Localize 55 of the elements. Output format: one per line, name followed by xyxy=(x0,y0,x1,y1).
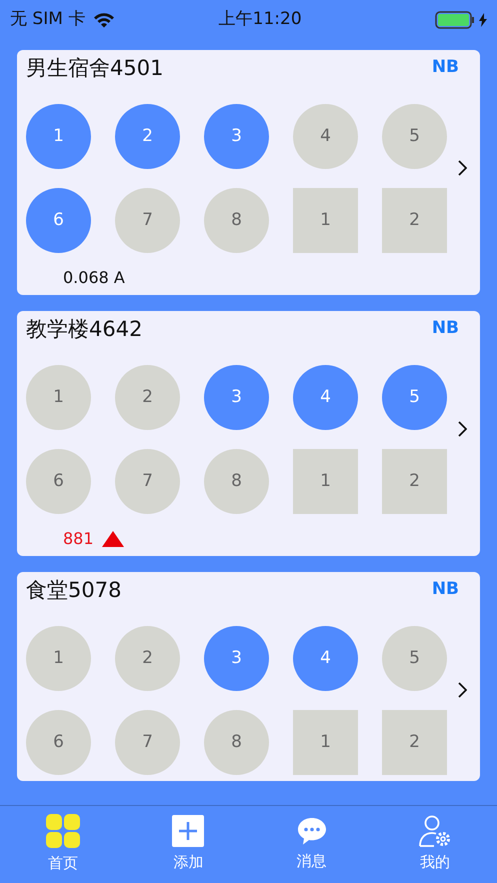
battery-icon xyxy=(435,11,475,29)
switch-button[interactable]: 2 xyxy=(382,449,447,514)
switch-button[interactable]: 1 xyxy=(293,710,358,775)
switch-button[interactable]: 8 xyxy=(204,710,269,775)
switch-button[interactable]: 7 xyxy=(115,710,180,775)
carrier-text: 无 SIM 卡 xyxy=(10,8,86,32)
switch-button[interactable]: 1 xyxy=(293,449,358,514)
switch-button[interactable]: 3 xyxy=(204,365,269,430)
switch-button[interactable]: 7 xyxy=(115,188,180,253)
switch-button[interactable]: 6 xyxy=(26,188,91,253)
tab-bar-item[interactable]: 首页 xyxy=(46,814,80,875)
chevron-right-icon[interactable] xyxy=(457,420,467,436)
switch-button[interactable]: 5 xyxy=(382,626,447,691)
switch-button[interactable]: 1 xyxy=(26,626,91,691)
chevron-right-icon[interactable] xyxy=(457,160,467,176)
switch-button[interactable]: 4 xyxy=(293,104,358,169)
tab-bar-item[interactable]: 我的 xyxy=(418,815,451,874)
switch-button[interactable]: 2 xyxy=(382,710,447,775)
switch-button[interactable]: 8 xyxy=(204,449,269,514)
switch-button[interactable]: 4 xyxy=(293,626,358,691)
network-tag: NB xyxy=(432,577,459,603)
warning-triangle-icon xyxy=(102,531,124,547)
clock-text: 上午11:20 xyxy=(218,8,302,32)
switch-button[interactable]: 6 xyxy=(26,449,91,514)
tab-bar-item[interactable]: 消息 xyxy=(296,816,327,873)
switch-button[interactable]: 5 xyxy=(382,104,447,169)
switch-button[interactable]: 3 xyxy=(204,104,269,169)
network-tag: NB xyxy=(432,55,459,81)
chat-bubble-icon xyxy=(296,816,327,846)
switch-button[interactable]: 3 xyxy=(204,626,269,691)
switch-button[interactable]: 7 xyxy=(115,449,180,514)
network-tag: NB xyxy=(432,316,459,342)
charging-icon xyxy=(479,13,487,27)
switch-button[interactable]: 1 xyxy=(293,188,358,253)
chevron-right-icon[interactable] xyxy=(457,682,467,698)
wifi-icon xyxy=(93,12,116,28)
switch-button[interactable]: 1 xyxy=(26,365,91,430)
switch-button[interactable]: 2 xyxy=(382,188,447,253)
device-title: 教学楼4642 xyxy=(26,316,142,343)
reading-text: 0.068 A xyxy=(63,267,125,289)
add-icon xyxy=(172,815,204,848)
tab-bar-item[interactable]: 添加 xyxy=(172,815,204,874)
device-title: 食堂5078 xyxy=(26,577,122,604)
user-settings-icon xyxy=(418,815,451,848)
switch-button[interactable]: 4 xyxy=(293,365,358,430)
switch-button[interactable]: 6 xyxy=(26,710,91,775)
switch-button[interactable]: 2 xyxy=(115,365,180,430)
switch-button[interactable]: 2 xyxy=(115,626,180,691)
switch-button[interactable]: 1 xyxy=(26,104,91,169)
reading-text: 881 xyxy=(63,528,94,550)
switch-button[interactable]: 2 xyxy=(115,104,180,169)
switch-button[interactable]: 5 xyxy=(382,365,447,430)
device-title: 男生宿舍4501 xyxy=(26,55,164,82)
home-grid-icon xyxy=(46,814,80,848)
switch-button[interactable]: 8 xyxy=(204,188,269,253)
